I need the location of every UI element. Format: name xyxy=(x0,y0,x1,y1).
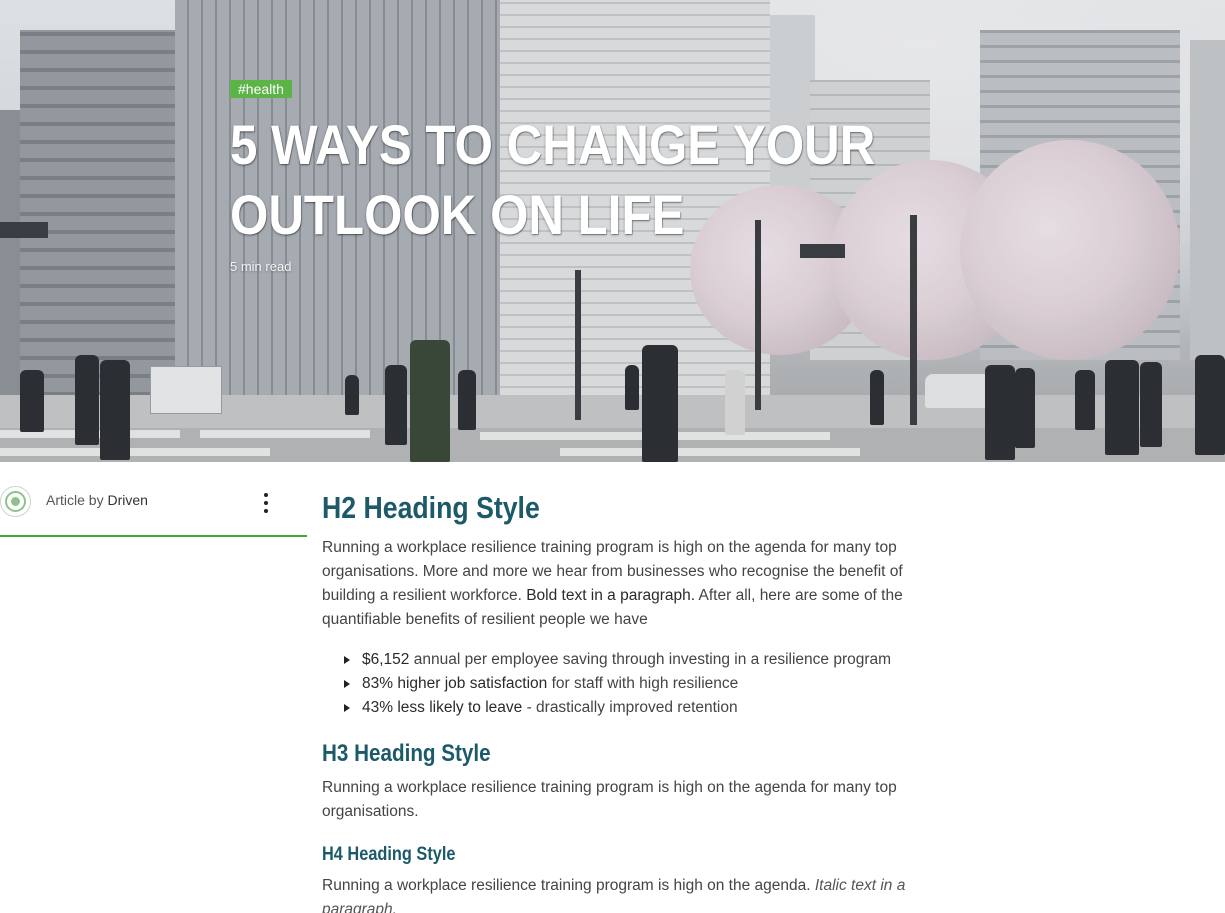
list-item: 83% higher job satisfaction for staff wi… xyxy=(344,672,912,696)
list-item-strong: $6,152 xyxy=(362,651,410,668)
list-item-text: for staff with high resilience xyxy=(551,675,739,692)
h3-paragraph: Running a workplace resilience training … xyxy=(322,779,897,820)
article-title: 5 WAYS TO CHANGE YOUR OUTLOOK ON LIFE xyxy=(230,113,876,246)
heading-h4: H4 Heading Style xyxy=(322,844,456,865)
list-item-strong: 83% higher job satisfaction xyxy=(362,675,548,692)
kebab-menu-icon[interactable] xyxy=(258,490,274,516)
list-item-strong: 43% less likely to leave xyxy=(362,699,523,716)
read-time: 5 min read xyxy=(230,259,292,274)
kebab-dot xyxy=(264,501,268,505)
heading-h3: H3 Heading Style xyxy=(322,740,491,767)
list-item: $6,152 annual per employee saving throug… xyxy=(344,648,912,672)
h4-paragraph-text: Running a workplace resilience training … xyxy=(322,877,811,894)
driven-logo-icon xyxy=(0,486,31,517)
category-tag[interactable]: #health xyxy=(230,80,292,98)
heading-h2: H2 Heading Style xyxy=(322,490,540,525)
byline-prefix: Article by xyxy=(46,492,104,508)
list-item: 43% less likely to leave - drastically i… xyxy=(344,696,912,720)
author-name[interactable]: Driven xyxy=(107,492,147,508)
list-item-text: annual per employee saving through inves… xyxy=(413,651,892,668)
kebab-dot xyxy=(264,509,268,513)
avatar-dot xyxy=(11,497,20,506)
h4-paragraph: Running a workplace resilience training … xyxy=(322,874,912,913)
bold-text: Bold text in a paragraph. xyxy=(526,587,696,604)
benefits-list: $6,152 annual per employee saving throug… xyxy=(344,648,912,720)
author-byline: Article by Driven xyxy=(46,492,148,508)
article-body: H2 Heading Style Running a workplace res… xyxy=(322,488,912,913)
intro-paragraph: Running a workplace resilience training … xyxy=(322,536,912,632)
hero-banner: #health 5 WAYS TO CHANGE YOUR OUTLOOK ON… xyxy=(0,0,1225,462)
kebab-dot xyxy=(264,493,268,497)
list-item-text: - drastically improved retention xyxy=(526,699,738,716)
